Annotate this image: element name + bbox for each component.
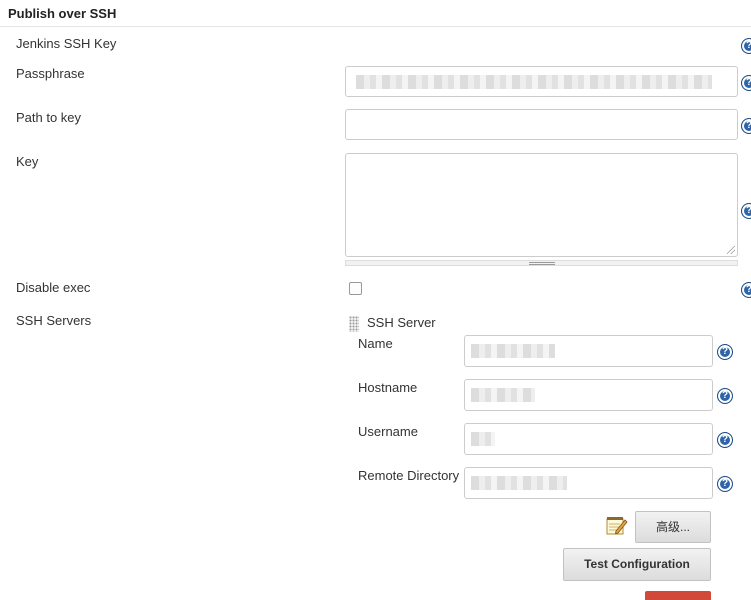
ssh-servers-label: SSH Servers [16, 313, 92, 328]
masked-value [471, 476, 567, 490]
section-divider [0, 26, 751, 27]
help-icon[interactable]: ? [717, 476, 733, 492]
notepad-edit-icon [606, 517, 628, 535]
disable-exec-label: Disable exec [16, 280, 91, 295]
username-input[interactable] [464, 423, 713, 455]
disable-exec-checkbox[interactable] [349, 282, 362, 295]
advanced-button[interactable]: 高级... [635, 511, 711, 543]
server-name-input[interactable] [464, 335, 713, 367]
masked-value [471, 344, 555, 358]
server-name-label: Name [358, 336, 393, 351]
help-icon[interactable]: ? [741, 282, 751, 298]
path-to-key-input[interactable] [345, 109, 738, 140]
passphrase-label: Passphrase [16, 66, 85, 81]
help-icon[interactable]: ? [741, 75, 751, 91]
key-textarea[interactable] [345, 153, 738, 257]
remote-directory-label: Remote Directory [358, 468, 460, 483]
masked-value [356, 74, 712, 89]
hostname-label: Hostname [358, 380, 418, 395]
help-icon[interactable]: ? [717, 432, 733, 448]
remote-directory-input[interactable] [464, 467, 713, 499]
help-icon[interactable]: ? [717, 344, 733, 360]
textarea-resize-bar[interactable] [345, 260, 738, 266]
passphrase-input[interactable] [345, 66, 738, 97]
resize-corner-icon[interactable] [727, 246, 735, 254]
key-label: Key [16, 154, 39, 169]
delete-button[interactable] [645, 591, 711, 600]
jenkins-ssh-key-label: Jenkins SSH Key [16, 36, 117, 51]
help-icon[interactable]: ? [741, 118, 751, 134]
masked-value [471, 388, 535, 402]
hostname-input[interactable] [464, 379, 713, 411]
masked-value [471, 432, 495, 446]
test-configuration-button[interactable]: Test Configuration [563, 548, 711, 581]
ssh-server-header: SSH Server [367, 315, 436, 330]
drag-handle-icon[interactable] [349, 316, 359, 332]
username-label: Username [358, 424, 418, 439]
help-icon[interactable]: ? [717, 388, 733, 404]
path-to-key-label: Path to key [16, 110, 82, 125]
help-icon[interactable]: ? [741, 38, 751, 54]
help-icon[interactable]: ? [741, 203, 751, 219]
section-title: Publish over SSH [8, 6, 117, 21]
